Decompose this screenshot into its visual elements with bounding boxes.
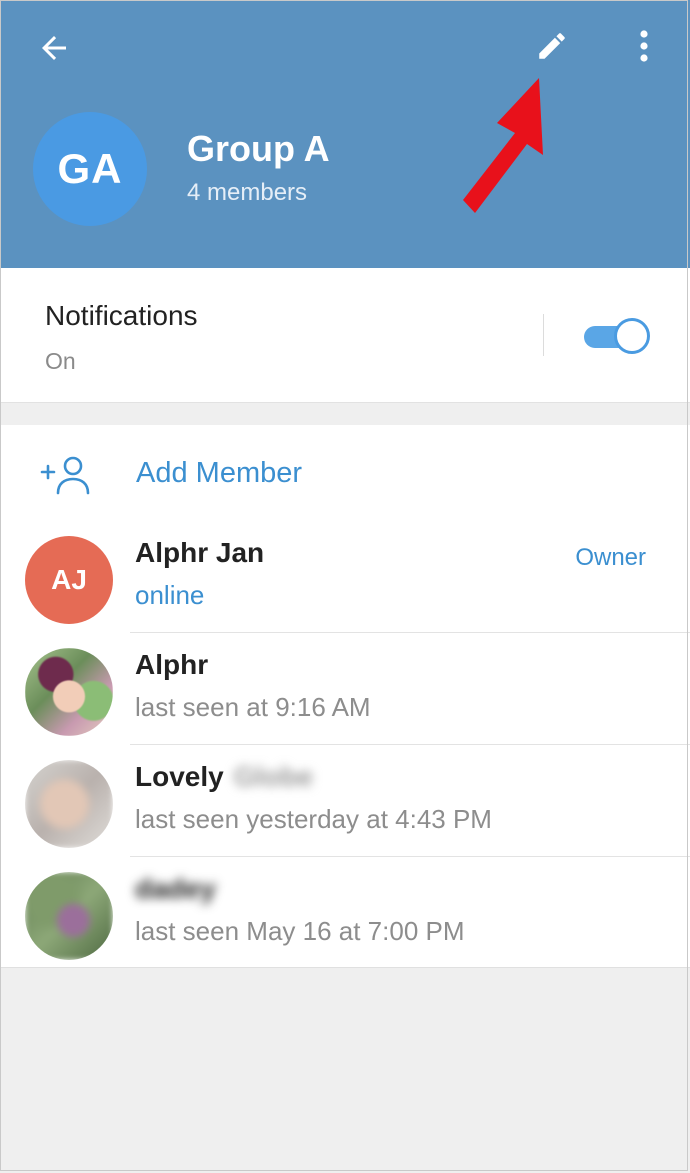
member-name: Alphr [135,649,209,680]
more-vertical-icon [640,30,648,62]
notifications-status: On [45,348,76,374]
group-header: GA Group A 4 members [0,0,690,268]
avatar: AJ [25,536,113,624]
group-avatar[interactable]: GA [33,112,147,226]
add-user-icon [40,456,90,495]
member-name: Alphr Jan [135,537,265,568]
back-button[interactable] [28,22,80,74]
profile-photo [25,760,113,848]
member-status: online [135,580,205,610]
profile-photo [25,872,113,960]
more-options-button[interactable] [620,20,668,72]
red-arrow-annotation [463,78,543,213]
redacted-last-name: Globe [233,761,314,792]
member-status: last seen at 9:16 AM [135,692,371,722]
toggle-knob [614,318,650,354]
divider [543,314,544,356]
member-name: Lovely Globe [135,760,313,794]
member-row[interactable]: Alphr last seen at 9:16 AM [0,633,690,745]
role-badge: Owner [575,544,646,571]
member-row[interactable]: AJ Alphr Jan online Owner [0,521,690,633]
add-member-button[interactable]: Add Member [0,425,690,521]
notifications-row[interactable]: Notifications On [0,268,690,403]
profile-photo [25,648,113,736]
member-row[interactable]: Lovely Globe last seen yesterday at 4:43 … [0,745,690,857]
avatar-initials: AJ [25,536,113,624]
avatar [25,648,113,736]
member-status: last seen yesterday at 4:43 PM [135,804,492,834]
member-status: last seen May 16 at 7:00 PM [135,916,465,946]
redacted-member-name: dadey [135,873,216,904]
member-count: 4 members [187,179,308,206]
notifications-toggle[interactable] [584,318,650,354]
pencil-icon [539,33,565,59]
add-member-label: Add Member [136,457,303,489]
arrow-left-icon [42,36,66,60]
avatar [25,872,113,960]
group-title: Group A [187,128,330,169]
members-section: Add Member AJ Alphr Jan online Owner Alp… [0,425,690,968]
avatar [25,760,113,848]
member-row[interactable]: dadey last seen May 16 at 7:00 PM [0,857,690,969]
member-first-name: Lovely [135,761,224,792]
notifications-title: Notifications [45,300,198,331]
edit-button[interactable] [526,20,578,72]
